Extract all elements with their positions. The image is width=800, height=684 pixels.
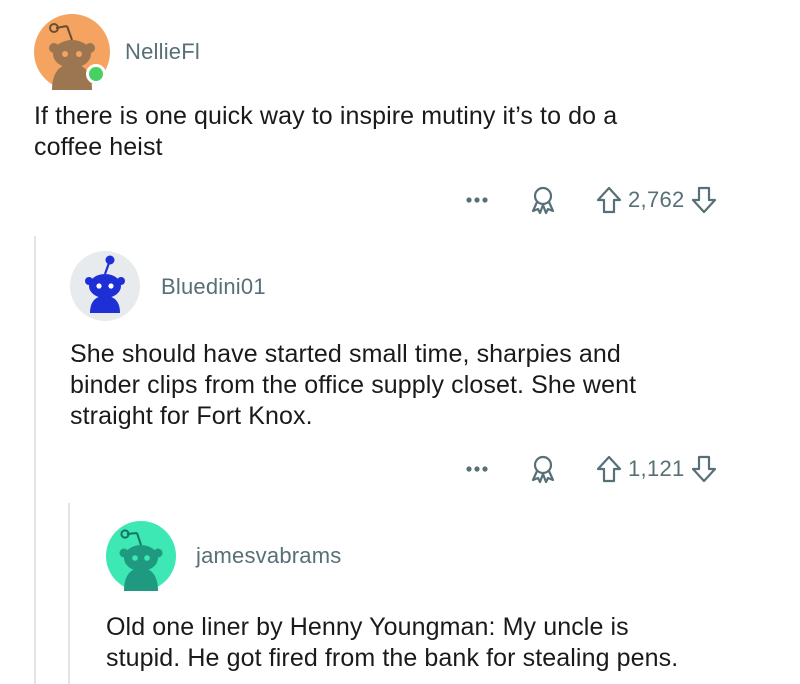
more-options-icon[interactable] bbox=[462, 188, 492, 212]
avatar[interactable] bbox=[106, 521, 176, 591]
comment-text: She should have started small time, shar… bbox=[70, 339, 780, 432]
vote-count: 2,762 bbox=[628, 187, 685, 212]
thread-line-level-2 bbox=[68, 503, 70, 684]
comment-text-line: stupid. He got fired from the bank for s… bbox=[106, 644, 679, 672]
online-status-indicator bbox=[86, 64, 106, 84]
comment-text: Old one liner by Henny Youngman: My uncl… bbox=[106, 612, 796, 674]
upvote-arrow-icon[interactable] bbox=[596, 186, 622, 214]
comment-text-line: coffee heist bbox=[34, 133, 163, 161]
username[interactable]: jamesvabrams bbox=[196, 543, 341, 569]
vote-count: 1,121 bbox=[628, 456, 685, 481]
upvote-arrow-icon[interactable] bbox=[596, 455, 622, 483]
comment-text: If there is one quick way to inspire mut… bbox=[34, 101, 774, 163]
comment-text-line: binder clips from the office supply clos… bbox=[70, 371, 637, 399]
comment-text-line: Old one liner by Henny Youngman: My uncl… bbox=[106, 613, 629, 641]
comment-text-line: She should have started small time, shar… bbox=[70, 340, 621, 368]
username[interactable]: Bluedini01 bbox=[161, 274, 266, 300]
avatar[interactable] bbox=[70, 251, 140, 321]
avatar[interactable] bbox=[34, 14, 110, 90]
comment-text-line: straight for Fort Knox. bbox=[70, 402, 313, 430]
award-icon[interactable] bbox=[528, 454, 558, 484]
comment-actions: 1,121 bbox=[462, 453, 717, 485]
downvote-arrow-icon[interactable] bbox=[691, 455, 717, 483]
thread-line-level-1 bbox=[34, 236, 36, 684]
comment-text-line: If there is one quick way to inspire mut… bbox=[34, 102, 618, 130]
comment-actions: 2,762 bbox=[462, 184, 717, 216]
snoo-avatar-icon bbox=[70, 251, 140, 321]
more-options-icon[interactable] bbox=[462, 457, 492, 481]
snoo-avatar-icon bbox=[106, 521, 176, 591]
username[interactable]: NellieFl bbox=[125, 39, 200, 65]
award-icon[interactable] bbox=[528, 185, 558, 215]
downvote-arrow-icon[interactable] bbox=[691, 186, 717, 214]
